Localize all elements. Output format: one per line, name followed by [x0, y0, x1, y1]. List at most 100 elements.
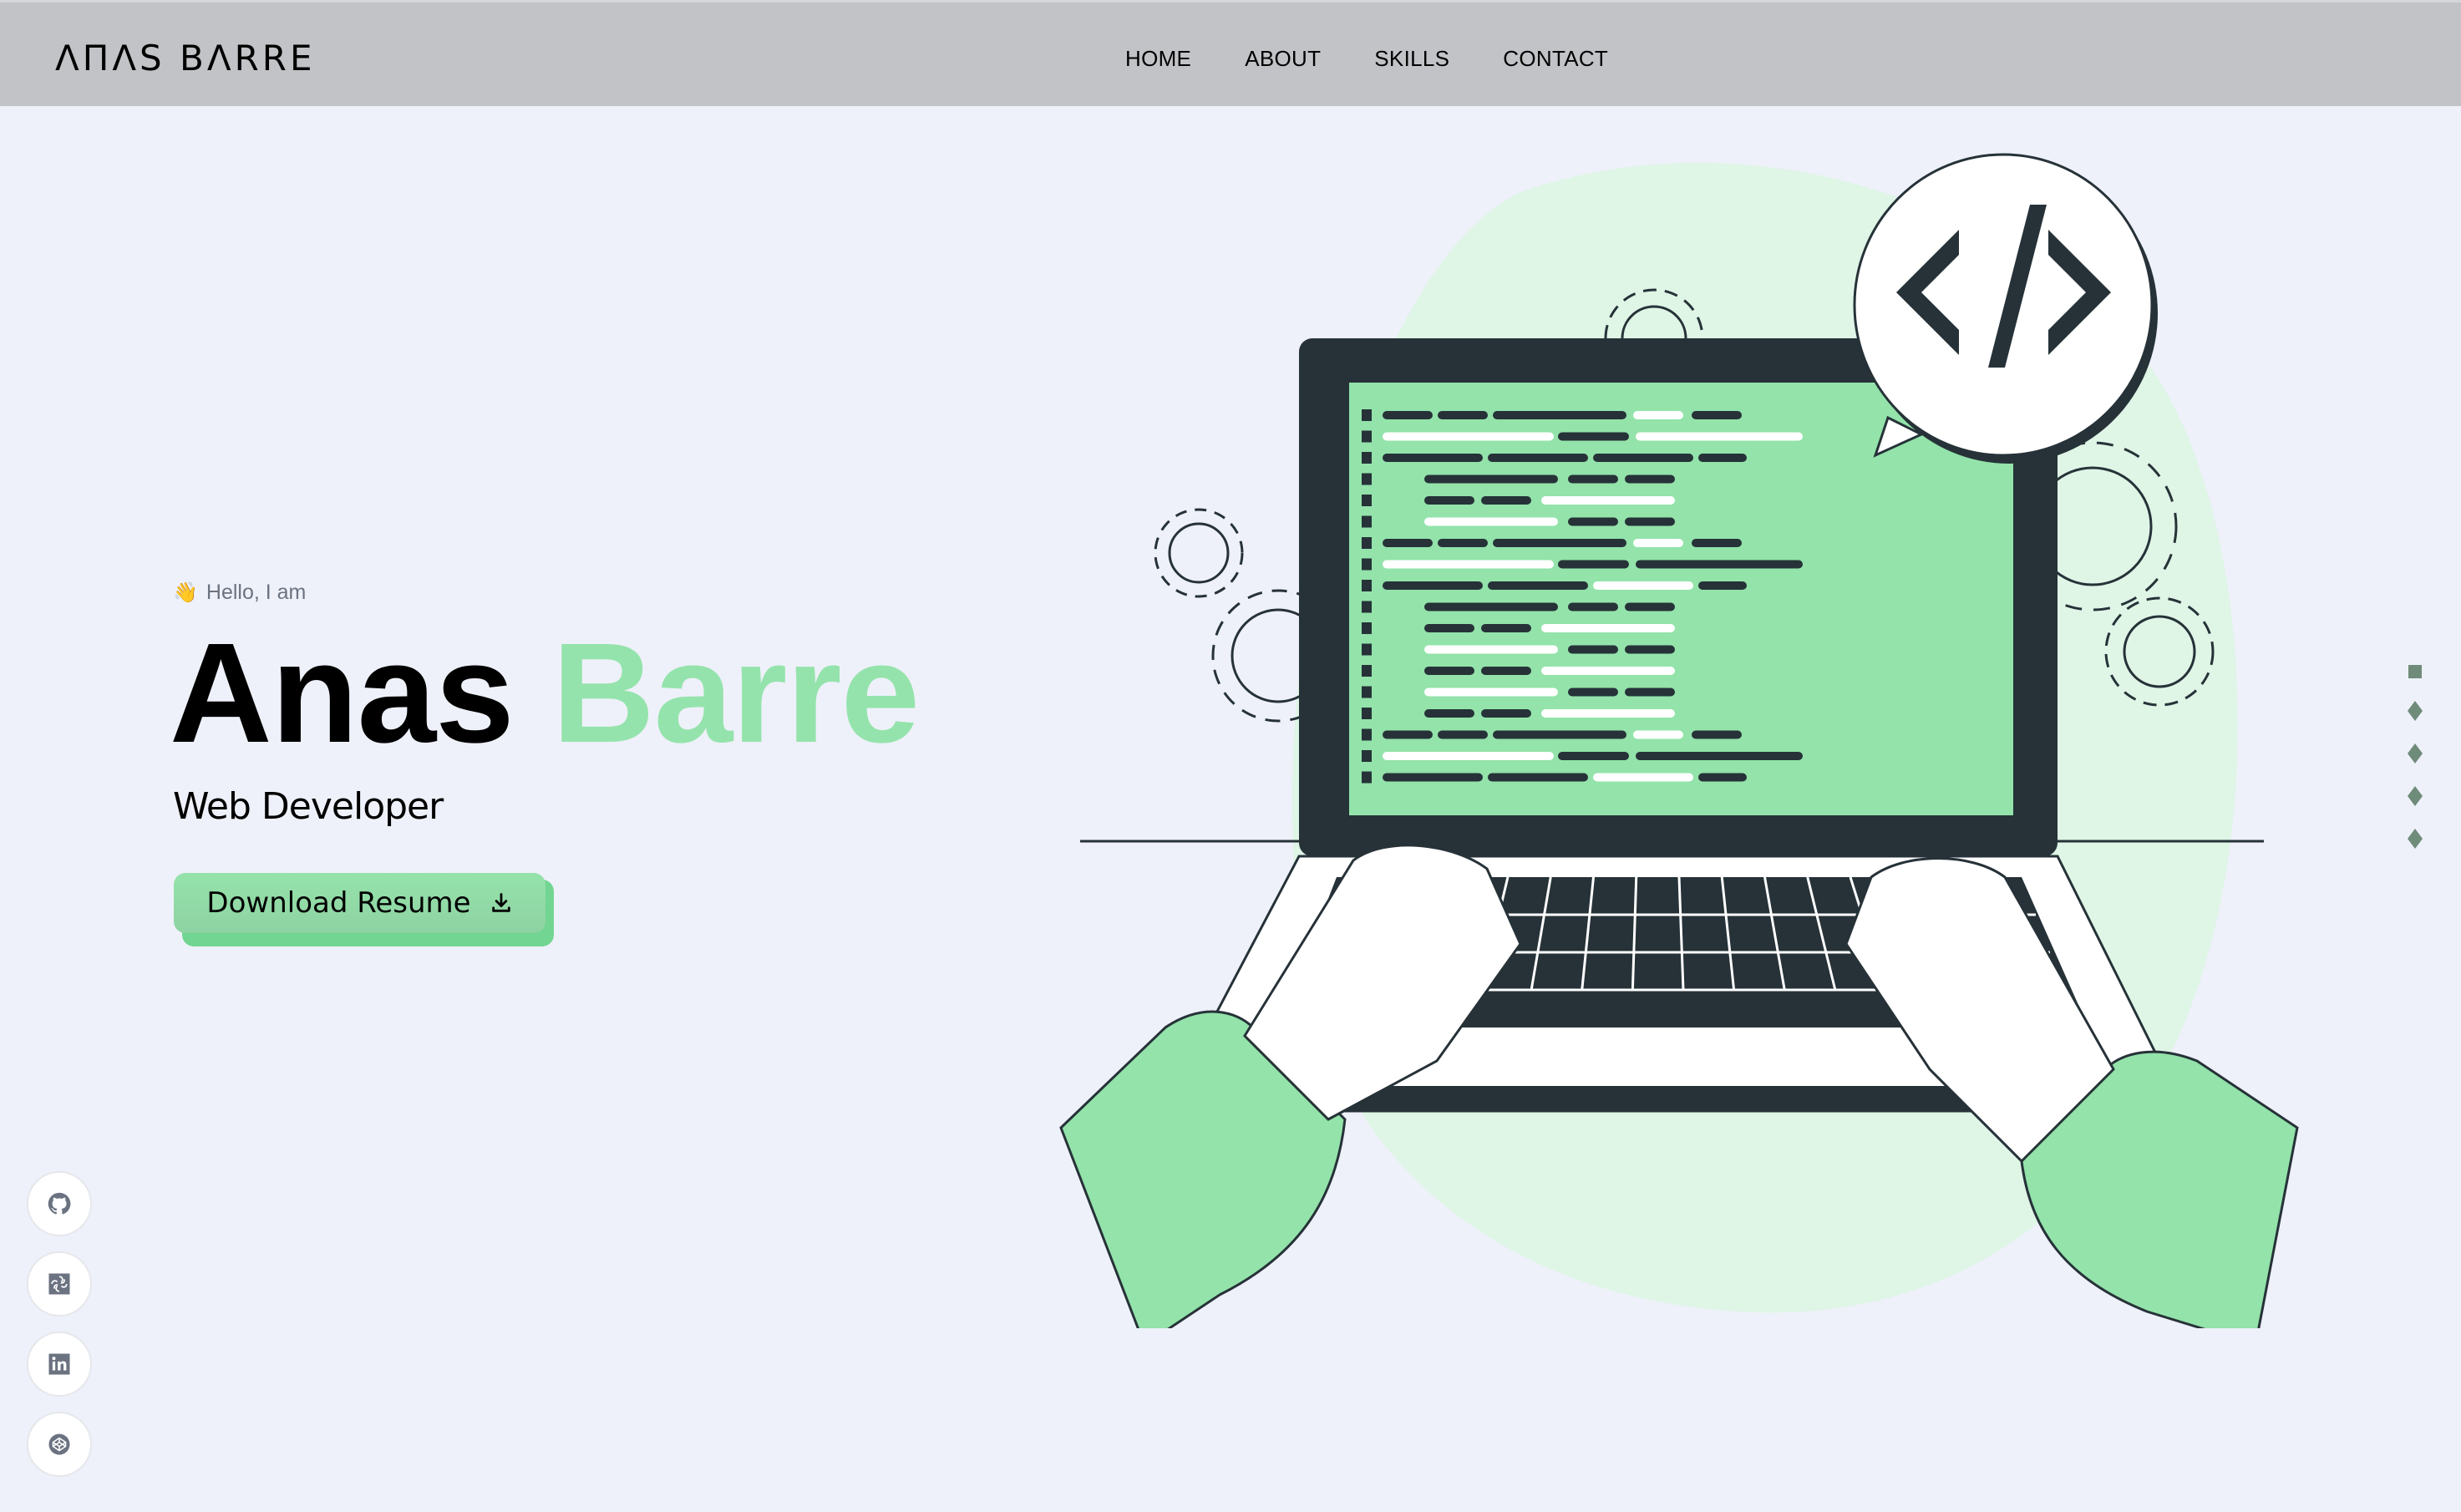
- section-dot-active[interactable]: [2408, 665, 2422, 678]
- section-dot[interactable]: [2408, 829, 2423, 849]
- code-line: [1424, 688, 1558, 697]
- line-marker: [1362, 665, 1372, 677]
- section-dot[interactable]: [2408, 743, 2423, 764]
- code-line: [1633, 411, 1683, 419]
- line-marker: [1362, 430, 1372, 443]
- code-line: [1568, 517, 1618, 526]
- code-line: [1698, 773, 1747, 782]
- code-line: [1541, 624, 1675, 632]
- code-line: [1424, 645, 1558, 654]
- download-icon: [491, 893, 510, 912]
- code-line: [1541, 496, 1675, 505]
- waving-hand-icon: 👋: [173, 581, 198, 604]
- line-marker: [1362, 473, 1372, 485]
- code-line: [1481, 667, 1531, 675]
- line-marker: [1362, 728, 1372, 741]
- code-line: [1481, 624, 1531, 632]
- line-marker: [1362, 686, 1372, 698]
- code-line: [1568, 645, 1618, 654]
- line-marker: [1362, 771, 1372, 784]
- code-line: [1383, 539, 1433, 547]
- code-line: [1481, 496, 1531, 505]
- line-marker: [1362, 580, 1372, 591]
- code-line: [1438, 539, 1488, 547]
- download-resume-button[interactable]: Download Resume: [174, 873, 545, 933]
- main-nav: HOME ABOUT SKILLS CONTACT: [1125, 46, 1608, 72]
- code-line: [1692, 539, 1742, 547]
- code-line: [1424, 667, 1474, 675]
- code-line: [1493, 539, 1626, 547]
- line-marker: [1362, 515, 1372, 528]
- code-line: [1636, 432, 1803, 441]
- download-resume-label: Download Resume: [206, 886, 471, 920]
- section-indicator: [2408, 665, 2423, 849]
- logo[interactable]: ΛΠΛЅ BΛRRE: [55, 38, 316, 79]
- code-line: [1383, 752, 1554, 760]
- nav-about[interactable]: ABOUT: [1245, 46, 1321, 72]
- line-marker: [1362, 601, 1372, 613]
- code-line: [1625, 602, 1675, 611]
- greeting-text: Hello, I am: [206, 581, 307, 604]
- codepen-link[interactable]: [27, 1412, 92, 1477]
- laptop-front: [1303, 1086, 2055, 1111]
- code-line: [1383, 730, 1433, 739]
- greeting: 👋 Hello, I am: [173, 581, 306, 605]
- sololearn-link[interactable]: [27, 1251, 92, 1317]
- code-line: [1438, 411, 1488, 419]
- code-line: [1383, 432, 1554, 441]
- codepen-icon: [48, 1433, 70, 1455]
- line-marker: [1362, 409, 1372, 421]
- code-line: [1625, 645, 1675, 654]
- line-marker: [1362, 643, 1372, 656]
- code-line: [1698, 581, 1747, 590]
- github-icon: [48, 1192, 71, 1215]
- line-marker: [1362, 622, 1372, 634]
- code-line: [1593, 773, 1693, 782]
- code-line: [1481, 709, 1531, 718]
- nav-home[interactable]: HOME: [1125, 46, 1191, 72]
- linkedin-link[interactable]: [27, 1332, 92, 1397]
- code-line: [1593, 581, 1693, 590]
- code-line: [1625, 474, 1675, 484]
- last-name: Barre: [551, 614, 920, 773]
- laptop-screen: [1349, 383, 2013, 815]
- code-line: [1424, 496, 1474, 505]
- code-line: [1633, 539, 1683, 547]
- code-line: [1383, 454, 1483, 462]
- github-link[interactable]: [27, 1171, 92, 1236]
- code-line: [1541, 667, 1675, 675]
- code-line: [1636, 752, 1803, 760]
- nav-contact[interactable]: CONTACT: [1503, 46, 1608, 72]
- code-line: [1383, 773, 1483, 782]
- coding-illustration: [1059, 153, 2299, 1328]
- gear-icon: [1154, 508, 1244, 598]
- code-line: [1558, 752, 1629, 760]
- line-marker: [1362, 495, 1372, 506]
- code-line: [1383, 560, 1554, 569]
- code-line: [1488, 581, 1588, 590]
- code-line: [1424, 474, 1558, 484]
- sololearn-icon: [48, 1273, 70, 1295]
- code-line: [1424, 517, 1558, 526]
- code-line: [1558, 432, 1629, 441]
- code-line: [1383, 411, 1433, 419]
- code-line: [1625, 688, 1675, 697]
- code-line: [1692, 730, 1742, 739]
- code-line: [1633, 730, 1683, 739]
- section-dot[interactable]: [2408, 786, 2423, 806]
- line-marker: [1362, 708, 1372, 719]
- download-resume-wrapper: Download Resume: [174, 873, 554, 946]
- code-line: [1488, 454, 1588, 462]
- code-line: [1541, 709, 1675, 718]
- code-line: [1636, 560, 1803, 569]
- section-dot[interactable]: [2408, 701, 2423, 721]
- code-line: [1493, 411, 1626, 419]
- line-marker: [1362, 537, 1372, 549]
- code-line: [1493, 730, 1626, 739]
- code-line: [1568, 688, 1618, 697]
- code-line: [1424, 624, 1474, 632]
- linkedin-icon: [48, 1353, 70, 1375]
- code-line: [1424, 602, 1558, 611]
- code-line: [1568, 474, 1618, 484]
- nav-skills[interactable]: SKILLS: [1374, 46, 1449, 72]
